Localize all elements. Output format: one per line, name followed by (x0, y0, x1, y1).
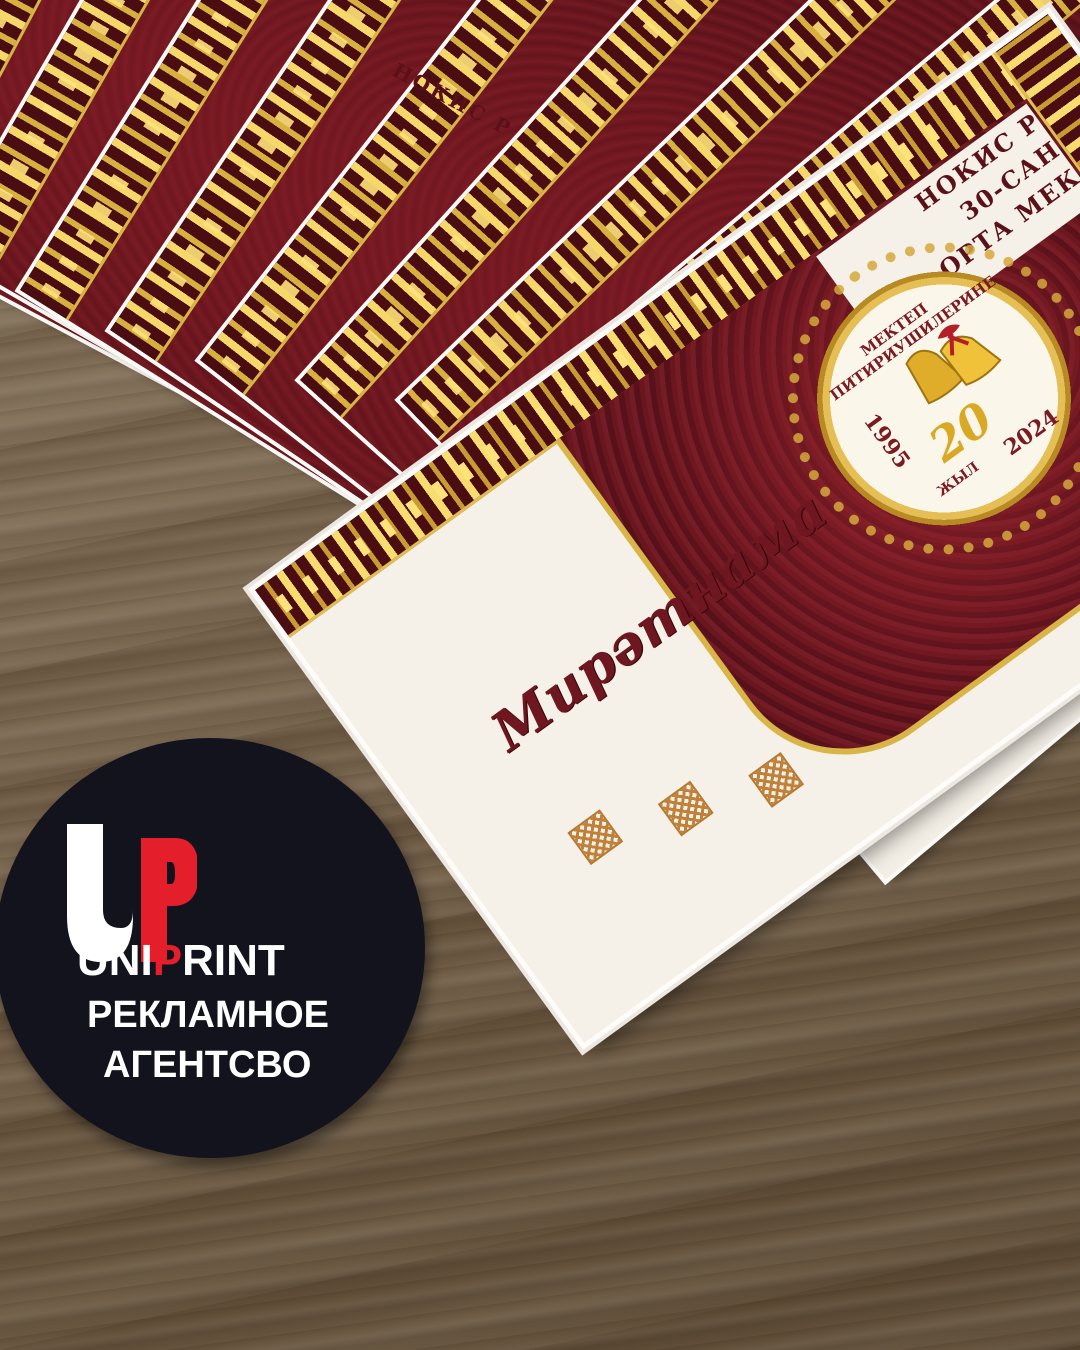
brand-name-red: P (152, 936, 183, 985)
brand-name-tail: RINT (182, 936, 285, 985)
uniprint-sticker: UNIPRINT РЕКЛАМНОЕ АГЕНТСВО (0, 738, 425, 1158)
ornament-diamond-3 (748, 751, 805, 808)
brand-name: UNIPRINT (77, 936, 285, 986)
ornament-diamond-1 (567, 809, 624, 866)
tagline-line-1: РЕКЛАМНОЕ (87, 994, 329, 1036)
brand-name-white: UNI (77, 936, 153, 985)
ornament-diamond-2 (657, 780, 714, 837)
tagline-line-2: АГЕНТСВО (103, 1044, 312, 1086)
